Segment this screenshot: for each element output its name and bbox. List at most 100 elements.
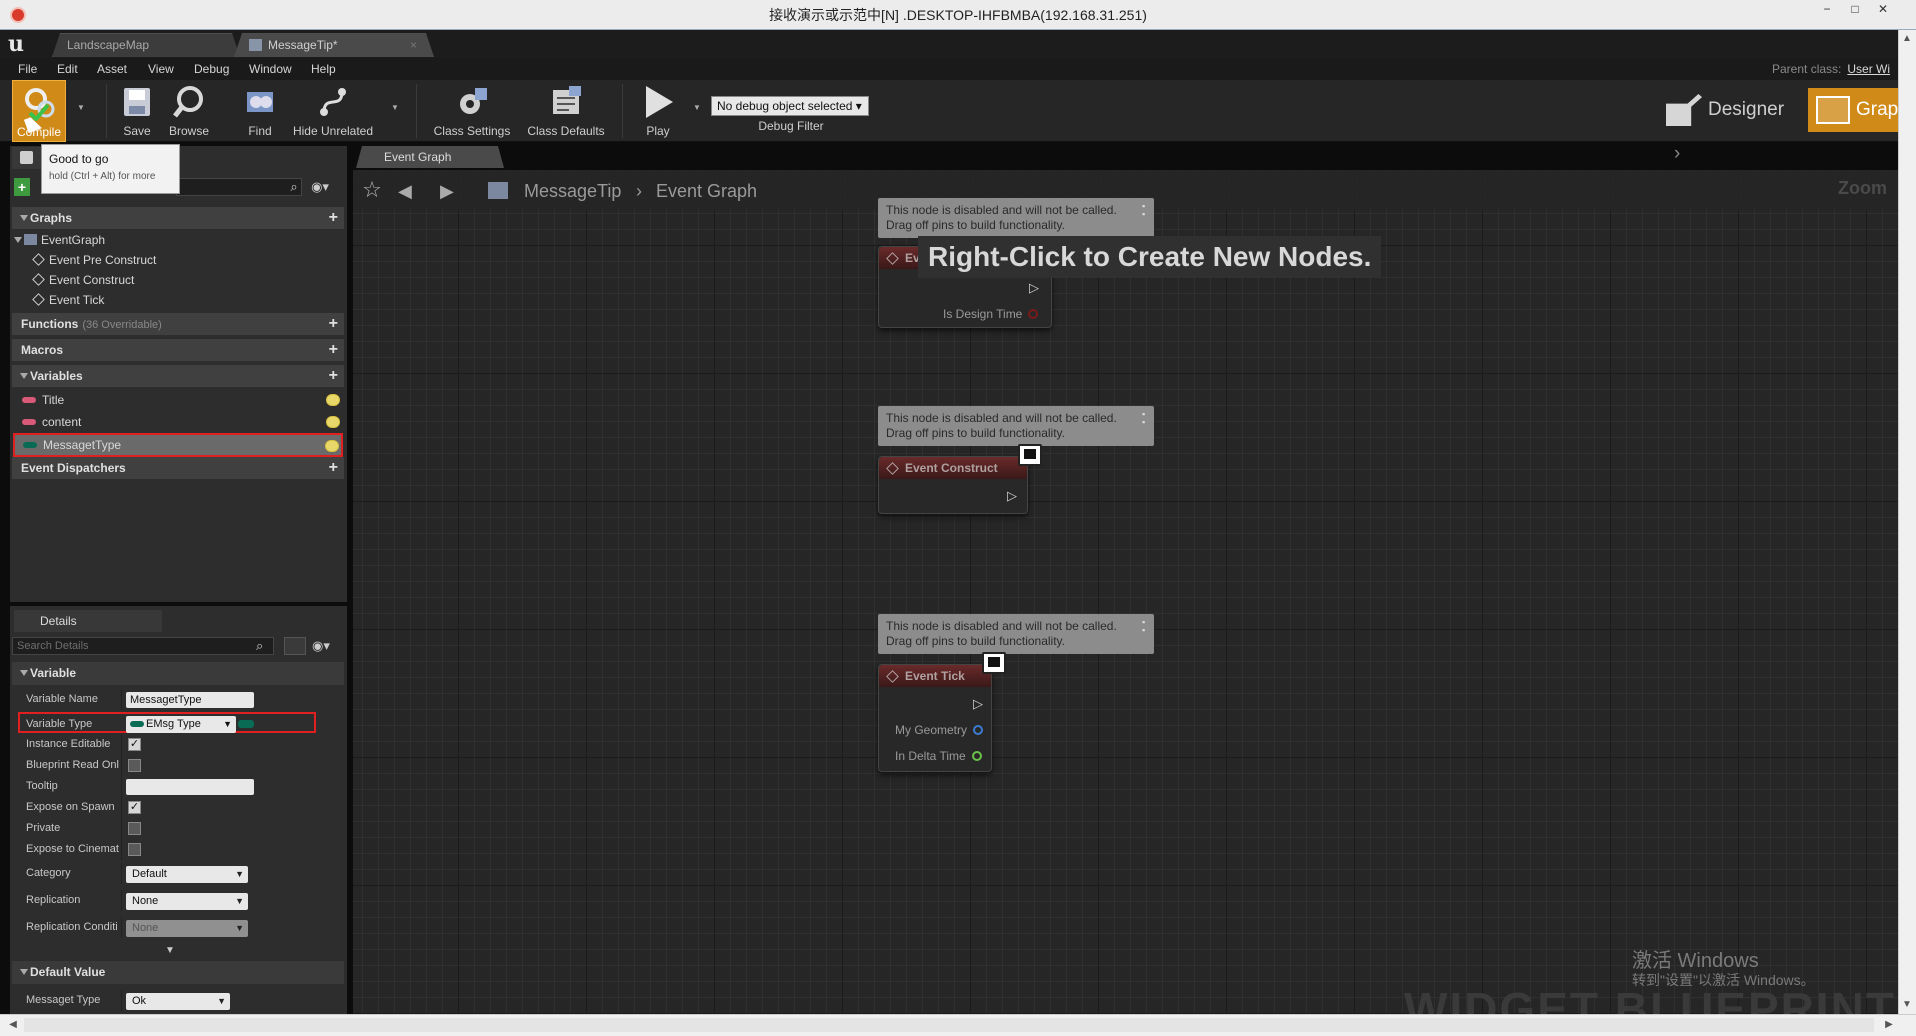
horizontal-scroll-thumb[interactable] (24, 1018, 1874, 1032)
forward-arrow-icon[interactable]: ▶ (440, 180, 462, 202)
default-value-combo[interactable]: Ok ▼ (126, 993, 230, 1010)
property-matrix-icon[interactable] (284, 637, 306, 655)
section-event-dispatchers[interactable]: Event Dispatchers + (12, 457, 344, 479)
view-options-eye-icon[interactable]: ◉▾ (306, 178, 334, 196)
add-function-plus-icon[interactable]: + (329, 313, 338, 335)
private-checkbox[interactable] (128, 822, 141, 835)
menu-edit[interactable]: Edit (57, 60, 78, 78)
compile-options-arrow-icon[interactable]: ▼ (76, 104, 86, 112)
save-icon (124, 88, 150, 116)
compile-button[interactable]: Compile (12, 80, 66, 142)
category-combo[interactable]: Default ▼ (126, 866, 248, 883)
graph-canvas[interactable] (353, 170, 1900, 1014)
details-search-input[interactable]: Search Details (12, 637, 274, 655)
view-options-eye-icon[interactable]: ◉▾ (312, 637, 342, 655)
unreal-logo-icon[interactable]: u (8, 32, 34, 56)
variable-name-input[interactable]: MessagetType (126, 692, 254, 708)
event-icon (886, 252, 899, 265)
section-functions[interactable]: Functions (36 Overridable) + (12, 313, 344, 335)
container-type-icon[interactable] (238, 720, 254, 728)
comment-pin-icon[interactable]: ▪ ▪ (1142, 410, 1150, 432)
menu-help[interactable]: Help (311, 60, 336, 78)
menu-window[interactable]: Window (249, 60, 292, 78)
breadcrumb-event-graph[interactable]: Event Graph (656, 179, 757, 203)
maximize-button[interactable]: □ (1844, 2, 1866, 16)
menu-file[interactable]: File (18, 60, 37, 78)
node-event-construct[interactable]: Event Construct ▷ (878, 456, 1028, 514)
replication-combo[interactable]: None ▼ (126, 893, 248, 910)
section-macros[interactable]: Macros + (12, 339, 344, 361)
debug-object-select[interactable]: No debug object selected ▾ (711, 96, 869, 116)
browse-button[interactable]: Browse (164, 80, 214, 142)
vertical-scrollbar[interactable] (1898, 30, 1916, 1014)
section-graphs[interactable]: Graphs + (12, 207, 344, 229)
my-blueprint-search-input[interactable] (176, 178, 302, 196)
variable-type-combo[interactable]: EMsg Type ▼ (126, 716, 236, 733)
expose-on-spawn-checkbox[interactable]: ✓ (128, 801, 141, 814)
add-new-button[interactable]: + (14, 178, 30, 196)
node-event-tick[interactable]: Event Tick ▷ My Geometry In Delta Time (878, 664, 992, 772)
menu-asset[interactable]: Asset (97, 60, 127, 78)
designer-mode-button[interactable]: Designer › (1666, 88, 1790, 164)
comment-pin-icon[interactable]: ▪ ▪ (1142, 618, 1150, 640)
advanced-expand-arrow-icon[interactable]: ▼ (160, 945, 180, 957)
variable-item-messagettype[interactable]: MessagetType (13, 433, 343, 457)
pin-in-delta-time[interactable]: In Delta Time (895, 747, 982, 765)
class-defaults-button[interactable]: Class Defaults (522, 80, 610, 142)
section-default-value[interactable]: Default Value (12, 961, 344, 984)
scroll-left-arrow-icon[interactable]: ◀ (4, 1016, 22, 1034)
save-button[interactable]: Save (116, 80, 158, 142)
minimize-button[interactable]: − (1816, 2, 1838, 16)
tab-messagetip[interactable]: MessageTip* × (234, 33, 434, 57)
node-header: Event Construct (879, 457, 1027, 479)
replication-condition-combo[interactable]: None ▼ (126, 920, 248, 937)
add-dispatcher-plus-icon[interactable]: + (329, 457, 338, 479)
tree-item-event-pre-construct[interactable]: Event Pre Construct (12, 250, 344, 270)
add-graph-plus-icon[interactable]: + (329, 207, 338, 229)
tab-event-graph[interactable]: Event Graph (356, 146, 504, 168)
blueprint-read-only-checkbox[interactable] (128, 759, 141, 772)
comment-pin-icon[interactable]: ▪ ▪ (1142, 202, 1150, 224)
menu-view[interactable]: View (148, 60, 174, 78)
scroll-right-arrow-icon[interactable]: ▶ (1880, 1016, 1898, 1034)
scroll-up-arrow-icon[interactable]: ▲ (1898, 30, 1916, 48)
prop-variable-type: Variable Type EMsg Type ▼ (18, 712, 316, 733)
details-tab[interactable]: Details (14, 610, 162, 632)
parent-class-link[interactable]: User Wi (1847, 62, 1890, 76)
tree-item-event-tick[interactable]: Event Tick (12, 290, 344, 310)
class-settings-button[interactable]: Class Settings (430, 80, 514, 142)
section-variable-details[interactable]: Variable (12, 662, 344, 685)
exec-output-pin-icon[interactable]: ▷ (1027, 281, 1041, 295)
pin-my-geometry[interactable]: My Geometry (895, 721, 984, 739)
add-variable-plus-icon[interactable]: + (329, 365, 338, 387)
play-button[interactable]: Play (632, 80, 684, 142)
tree-item-event-construct[interactable]: Event Construct (12, 270, 344, 290)
exec-output-pin-icon[interactable]: ▷ (971, 697, 985, 711)
tab-landscapemap[interactable]: LandscapeMap (52, 33, 240, 57)
section-variables[interactable]: Variables + (12, 365, 344, 387)
instance-editable-checkbox[interactable]: ✓ (128, 738, 141, 751)
exec-output-pin-icon[interactable]: ▷ (1005, 489, 1019, 503)
add-macro-plus-icon[interactable]: + (329, 339, 338, 361)
close-tab-icon[interactable]: × (410, 34, 417, 56)
chevron-down-icon: ▼ (235, 869, 244, 879)
close-window-button[interactable]: ✕ (1872, 2, 1894, 16)
variable-item-content[interactable]: content (12, 412, 344, 432)
tooltip-input[interactable] (126, 779, 254, 795)
pin-is-design-time[interactable]: Is Design Time (943, 305, 1039, 323)
visibility-eye-icon[interactable] (326, 416, 340, 428)
back-arrow-icon[interactable]: ◀ (398, 180, 420, 202)
variable-item-title[interactable]: Title (12, 390, 344, 410)
scroll-down-arrow-icon[interactable]: ▼ (1898, 996, 1916, 1014)
menu-debug[interactable]: Debug (194, 60, 229, 78)
tree-item-eventgraph[interactable]: EventGraph (12, 230, 344, 250)
bookmark-star-icon[interactable]: ☆ (360, 178, 384, 202)
play-options-arrow-icon[interactable]: ▼ (692, 104, 702, 112)
find-button[interactable]: Find (236, 80, 284, 142)
expose-to-cinematics-checkbox[interactable] (128, 843, 141, 856)
hide-unrelated-button[interactable]: Hide Unrelated (290, 80, 376, 142)
visibility-eye-icon[interactable] (326, 394, 340, 406)
hide-unrelated-options-arrow-icon[interactable]: ▼ (390, 104, 400, 112)
visibility-eye-icon[interactable] (325, 440, 339, 452)
breadcrumb-messagetip[interactable]: MessageTip (524, 179, 621, 203)
